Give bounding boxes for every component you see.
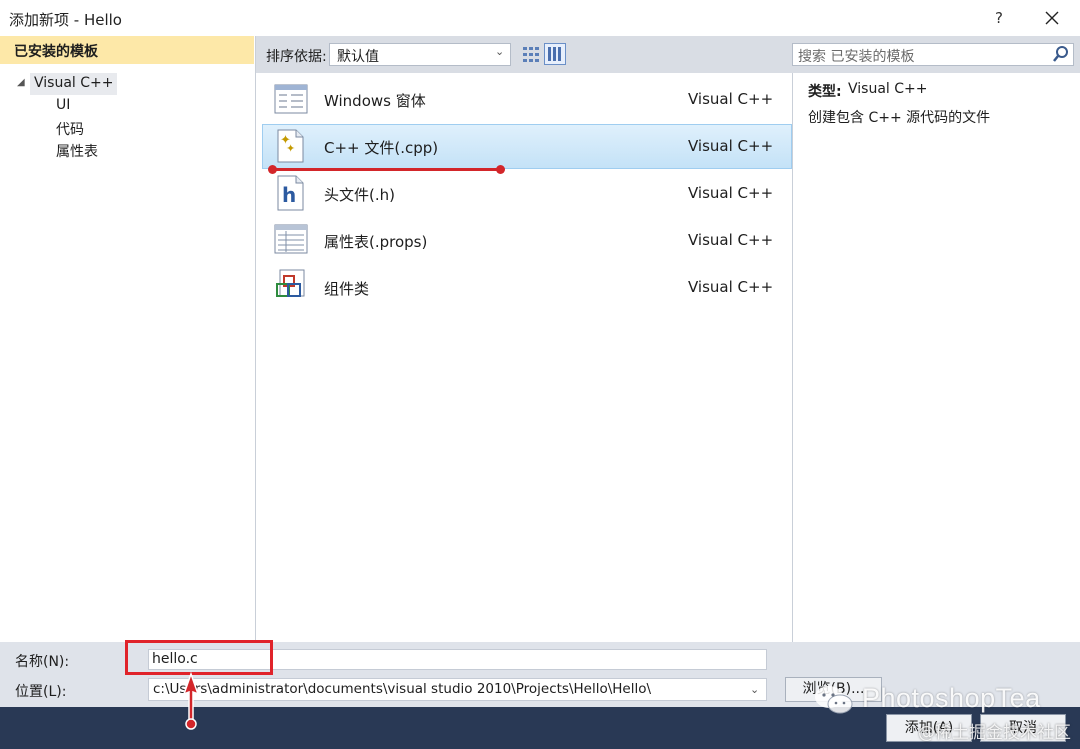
header-file-icon: h — [274, 174, 306, 216]
search-placeholder: 搜索 已安装的模板 — [798, 49, 915, 65]
template-name: C++ 文件(.cpp) — [324, 139, 439, 157]
list-view-button[interactable] — [544, 43, 566, 65]
svg-text:✦: ✦ — [286, 142, 295, 155]
annotation-highlight-box — [125, 640, 273, 675]
template-name: 组件类 — [324, 280, 370, 298]
property-sheet-icon — [274, 223, 308, 259]
windows-form-icon — [274, 82, 308, 120]
template-item-component-class[interactable]: 组件类 Visual C++ — [262, 265, 792, 311]
location-label: 位置(L): — [15, 684, 67, 700]
template-details-panel — [794, 73, 1080, 642]
sort-by-value: 默认值 — [337, 49, 379, 65]
close-button[interactable] — [1040, 6, 1064, 30]
template-language: Visual C++ — [688, 231, 774, 249]
installed-templates-label: 已安装的模板 — [14, 44, 98, 60]
close-icon — [1045, 11, 1059, 25]
template-name: Windows 窗体 — [324, 92, 426, 110]
help-button[interactable]: ? — [988, 6, 1010, 30]
tree-item-ui[interactable]: UI — [56, 97, 70, 113]
small-icons-view-button[interactable] — [521, 44, 541, 64]
annotation-dot — [496, 165, 505, 174]
type-value: Visual C++ — [848, 81, 928, 97]
annotation-arrow — [176, 671, 206, 732]
expand-triangle-icon[interactable]: ◢ — [17, 77, 25, 88]
chevron-down-icon: ⌄ — [495, 45, 505, 58]
title-bar — [0, 0, 1080, 36]
chevron-down-icon[interactable]: ⌄ — [750, 683, 759, 696]
search-icon[interactable] — [1052, 45, 1070, 63]
name-label: 名称(N): — [15, 654, 70, 670]
annotation-underline — [270, 168, 502, 171]
template-item-cpp-file[interactable]: ✦ ✦ C++ 文件(.cpp) Visual C++ — [262, 124, 792, 170]
template-language: Visual C++ — [688, 90, 774, 108]
tree-item-property-sheet[interactable]: 属性表 — [56, 141, 98, 161]
watermark-subtext: @稀土掘金技术社区 — [918, 723, 1071, 743]
wechat-logo-icon — [815, 686, 853, 714]
type-label: 类型: — [808, 84, 842, 100]
template-name: 属性表(.props) — [324, 233, 428, 251]
annotation-dot — [268, 165, 277, 174]
list-view-icon — [548, 47, 561, 61]
window-title: 添加新项 - Hello — [9, 11, 122, 29]
sort-by-label: 排序依据: — [266, 49, 327, 65]
cpp-file-icon: ✦ ✦ — [274, 128, 306, 168]
component-class-icon — [274, 268, 308, 308]
template-item-header-file[interactable]: h 头文件(.h) Visual C++ — [262, 171, 792, 217]
location-value: c:\Users\administrator\documents\visual … — [153, 681, 652, 697]
tree-item-visual-cpp[interactable]: Visual C++ — [30, 73, 118, 95]
template-item-windows-form[interactable]: Windows 窗体 Visual C++ — [262, 77, 792, 123]
tree-item-code[interactable]: 代码 — [56, 119, 84, 139]
watermark-text: PhotoshopTea — [862, 683, 1041, 713]
template-tree-panel — [0, 36, 256, 642]
template-language: Visual C++ — [688, 184, 774, 202]
template-name: 头文件(.h) — [324, 186, 395, 204]
template-item-property-sheet[interactable]: 属性表(.props) Visual C++ — [262, 218, 792, 264]
template-language: Visual C++ — [688, 278, 774, 296]
small-icons-view-icon — [523, 47, 539, 62]
template-description: 创建包含 C++ 源代码的文件 — [808, 110, 991, 126]
svg-text:h: h — [282, 183, 296, 207]
template-language: Visual C++ — [688, 137, 774, 155]
